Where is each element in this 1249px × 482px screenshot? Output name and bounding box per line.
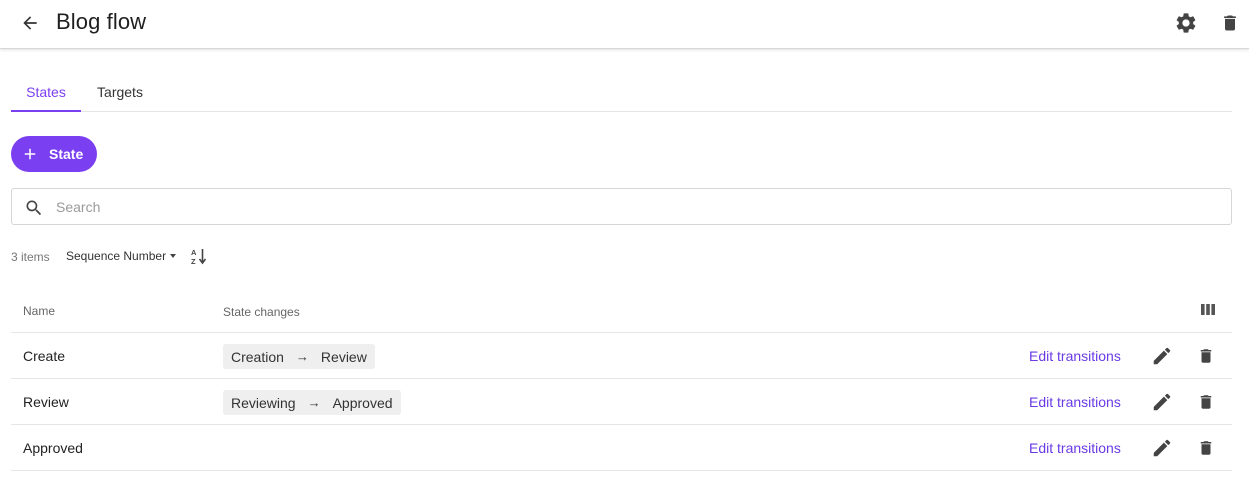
state-name: Create — [23, 348, 66, 364]
states-table: Name State changes Create Creation → Rev… — [11, 288, 1232, 471]
page-title: Blog flow — [56, 9, 147, 34]
state-name: Approved — [23, 440, 83, 456]
sort-direction-button[interactable]: A Z — [190, 247, 208, 267]
sort-alpha-down-icon: A Z — [191, 248, 207, 266]
change-to: Approved — [332, 394, 393, 411]
plus-icon — [11, 145, 47, 163]
pencil-icon — [1153, 439, 1171, 457]
table-header: Name State changes — [11, 288, 1232, 333]
change-from: Creation — [231, 348, 284, 365]
sort-field-label: Sequence Number — [66, 249, 167, 263]
trash-icon — [1224, 15, 1236, 31]
tab-bar: States Targets — [11, 72, 1232, 112]
caret-down-icon — [170, 254, 177, 258]
change-from: Reviewing — [231, 394, 296, 411]
list-meta: 3 items Sequence Number A Z — [11, 247, 411, 267]
svg-text:A: A — [191, 248, 197, 257]
table-row: Review Reviewing → Approved Edit transit… — [11, 379, 1232, 425]
edit-state-button[interactable] — [1151, 391, 1173, 413]
arrow-left-icon — [23, 16, 37, 30]
column-header-state-changes: State changes — [223, 305, 300, 319]
add-state-button[interactable]: State — [11, 136, 97, 172]
table-row: Create Creation → Review Edit transition… — [11, 333, 1232, 379]
sort-field-select[interactable]: Sequence Number — [66, 249, 177, 263]
state-name: Review — [23, 394, 69, 410]
search-input[interactable] — [56, 189, 1216, 224]
svg-text:Z: Z — [191, 257, 196, 266]
gear-icon — [1176, 13, 1196, 33]
arrow-right-icon: → — [307, 395, 321, 410]
arrow-right-icon: → — [295, 349, 309, 364]
delete-state-button[interactable] — [1197, 345, 1215, 367]
tab-targets[interactable]: Targets — [87, 72, 153, 112]
column-settings-button[interactable] — [1201, 303, 1215, 316]
search-box — [11, 188, 1232, 225]
trash-icon — [1200, 349, 1212, 363]
state-change-chip: Creation → Review — [223, 344, 375, 369]
trash-icon — [1200, 395, 1212, 409]
items-count: 3 items — [11, 250, 50, 264]
change-to: Review — [320, 348, 367, 365]
edit-transitions-link[interactable]: Edit transitions — [1029, 348, 1121, 364]
edit-state-button[interactable] — [1151, 345, 1173, 367]
edit-state-button[interactable] — [1151, 437, 1173, 459]
tab-states[interactable]: States — [11, 72, 81, 112]
delete-state-button[interactable] — [1197, 437, 1215, 459]
app-header: Blog flow — [0, 0, 1249, 49]
settings-button[interactable] — [1173, 10, 1199, 36]
search-icon — [24, 198, 44, 218]
add-state-label: State — [49, 146, 84, 162]
back-button[interactable] — [17, 10, 43, 36]
view-column-icon — [1201, 304, 1215, 315]
delete-flow-button[interactable] — [1218, 10, 1242, 36]
table-row: Approved Edit transitions — [11, 425, 1232, 471]
delete-state-button[interactable] — [1197, 391, 1215, 413]
column-header-name: Name — [23, 304, 56, 318]
edit-transitions-link[interactable]: Edit transitions — [1029, 394, 1121, 410]
pencil-icon — [1153, 393, 1171, 411]
trash-icon — [1200, 441, 1212, 455]
edit-transitions-link[interactable]: Edit transitions — [1029, 440, 1121, 456]
state-change-chip: Reviewing → Approved — [223, 390, 401, 415]
pencil-icon — [1153, 347, 1171, 365]
